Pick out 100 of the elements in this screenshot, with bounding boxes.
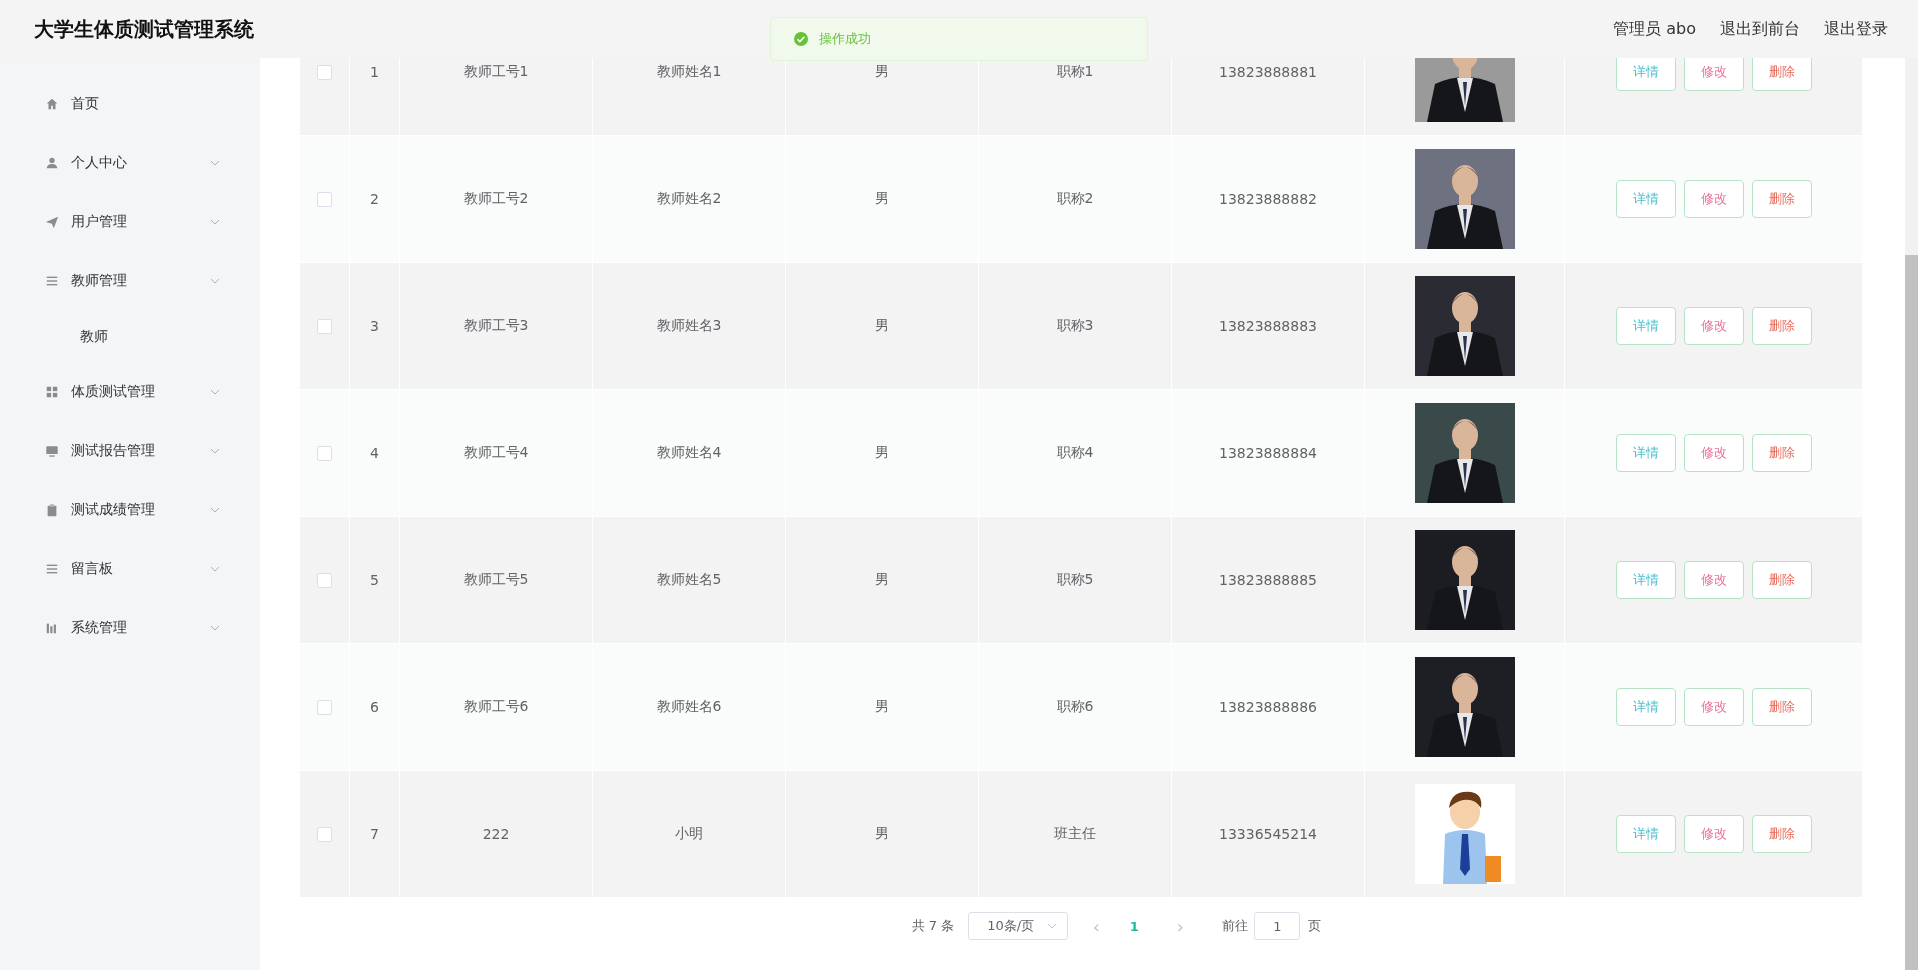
goto-label: 前往 xyxy=(1222,917,1249,935)
page-size-select[interactable]: 10条/页 xyxy=(968,912,1069,940)
app-title: 大学生体质测试管理系统 xyxy=(34,15,254,43)
chevron-down-icon xyxy=(1047,923,1058,929)
menu-item[interactable]: 个人中心 xyxy=(0,133,260,192)
table-cell: 职称5 xyxy=(1056,571,1094,589)
detail-button[interactable]: 详情 xyxy=(1615,307,1676,345)
page-number[interactable]: 1 xyxy=(1116,918,1153,934)
detail-button[interactable]: 详情 xyxy=(1615,815,1676,853)
delete-button[interactable]: 删除 xyxy=(1751,180,1812,218)
table-cell: 男 xyxy=(875,190,889,208)
header-link[interactable]: 退出到前台 xyxy=(1720,18,1800,40)
menu-item[interactable]: 测试成绩管理 xyxy=(0,480,260,539)
grid-icon xyxy=(45,384,59,399)
table-cell: 教师姓名1 xyxy=(656,63,722,81)
table-cell: 职称2 xyxy=(1056,190,1094,208)
menu-item[interactable]: 首页 xyxy=(0,74,260,133)
table-cell: 职称1 xyxy=(1056,63,1094,81)
edit-button[interactable]: 修改 xyxy=(1683,561,1744,599)
table-cell: 13336545214 xyxy=(1219,826,1317,842)
detail-button[interactable]: 详情 xyxy=(1615,180,1676,218)
scrollbar[interactable] xyxy=(1905,58,1918,970)
detail-button[interactable]: 详情 xyxy=(1615,688,1676,726)
delete-button[interactable]: 删除 xyxy=(1751,688,1812,726)
row-checkbox[interactable] xyxy=(317,191,332,207)
menu-item[interactable]: 体质测试管理 xyxy=(0,362,260,421)
next-page-button[interactable]: › xyxy=(1160,915,1201,937)
table-cell: 教师姓名4 xyxy=(656,444,722,462)
delete-button[interactable]: 删除 xyxy=(1751,307,1812,345)
table-cell: 职称6 xyxy=(1056,698,1094,716)
page-suffix: 页 xyxy=(1308,917,1322,935)
detail-button[interactable]: 详情 xyxy=(1615,58,1676,91)
table-cell: 男 xyxy=(875,63,889,81)
send-icon xyxy=(45,214,59,229)
table-cell: 教师姓名3 xyxy=(656,317,722,335)
menu-item[interactable]: 用户管理 xyxy=(0,192,260,251)
clipboard-icon xyxy=(45,502,59,517)
table-cell: 教师姓名5 xyxy=(656,571,722,589)
row-index: 5 xyxy=(370,572,379,588)
table-cell: 男 xyxy=(875,698,889,716)
edit-button[interactable]: 修改 xyxy=(1683,815,1744,853)
delete-button[interactable]: 删除 xyxy=(1751,58,1812,91)
goto-page-field[interactable]: 1 xyxy=(1254,912,1301,940)
row-checkbox[interactable] xyxy=(317,445,332,461)
home-icon xyxy=(45,96,59,111)
table-cell: 13823888883 xyxy=(1219,318,1317,334)
table-cell: 教师工号5 xyxy=(463,571,529,589)
table-cell: 教师工号6 xyxy=(463,698,529,716)
edit-button[interactable]: 修改 xyxy=(1683,688,1744,726)
table-cell: 教师工号3 xyxy=(463,317,529,335)
table-cell: 13823888882 xyxy=(1219,191,1317,207)
submenu-item[interactable]: 教师 xyxy=(0,310,260,362)
table-cell: 班主任 xyxy=(1054,825,1096,843)
row-checkbox[interactable] xyxy=(317,826,332,842)
row-checkbox[interactable] xyxy=(317,318,332,334)
table-cell: 男 xyxy=(875,317,889,335)
detail-button[interactable]: 详情 xyxy=(1615,561,1676,599)
table-cell: 教师工号4 xyxy=(463,444,529,462)
table-cell: 222 xyxy=(482,826,510,842)
row-index: 3 xyxy=(370,318,379,334)
header-link[interactable]: 退出登录 xyxy=(1824,18,1888,40)
table-cell: 职称3 xyxy=(1056,317,1094,335)
detail-button[interactable]: 详情 xyxy=(1615,434,1676,472)
table-cell: 13823888884 xyxy=(1219,445,1317,461)
prev-page-button[interactable]: ‹ xyxy=(1076,915,1117,937)
edit-button[interactable]: 修改 xyxy=(1683,434,1744,472)
menu-item[interactable]: 教师管理 xyxy=(0,251,260,310)
table-cell: 13823888886 xyxy=(1219,699,1317,715)
total-count: 共 7 条 xyxy=(911,917,955,935)
delete-button[interactable]: 删除 xyxy=(1751,815,1812,853)
edit-button[interactable]: 修改 xyxy=(1683,180,1744,218)
check-circle-icon xyxy=(793,31,809,47)
table-cell: 教师姓名6 xyxy=(656,698,722,716)
menu-item[interactable]: 测试报告管理 xyxy=(0,421,260,480)
table-cell: 男 xyxy=(875,444,889,462)
row-index: 2 xyxy=(370,191,379,207)
edit-button[interactable]: 修改 xyxy=(1683,307,1744,345)
monitor-icon xyxy=(45,443,59,458)
row-index: 1 xyxy=(370,64,379,80)
row-index: 4 xyxy=(370,445,379,461)
row-checkbox[interactable] xyxy=(317,699,332,715)
user-label: 管理员 abo xyxy=(1613,18,1696,40)
row-checkbox[interactable] xyxy=(317,64,332,80)
table-cell: 职称4 xyxy=(1056,444,1094,462)
toast-message: 操作成功 xyxy=(819,30,871,48)
row-index: 7 xyxy=(370,826,379,842)
delete-button[interactable]: 删除 xyxy=(1751,434,1812,472)
delete-button[interactable]: 删除 xyxy=(1751,561,1812,599)
table-cell: 教师工号2 xyxy=(463,190,529,208)
row-index: 6 xyxy=(370,699,379,715)
menu-item[interactable]: 系统管理 xyxy=(0,598,260,657)
menu-item[interactable]: 留言板 xyxy=(0,539,260,598)
table-cell: 小明 xyxy=(675,825,703,843)
row-checkbox[interactable] xyxy=(317,572,332,588)
table-cell: 教师工号1 xyxy=(463,63,529,81)
edit-button[interactable]: 修改 xyxy=(1683,58,1744,91)
table-cell: 13823888881 xyxy=(1219,64,1317,80)
table-cell: 男 xyxy=(875,571,889,589)
table-cell: 13823888885 xyxy=(1219,572,1317,588)
table-cell: 教师姓名2 xyxy=(656,190,722,208)
